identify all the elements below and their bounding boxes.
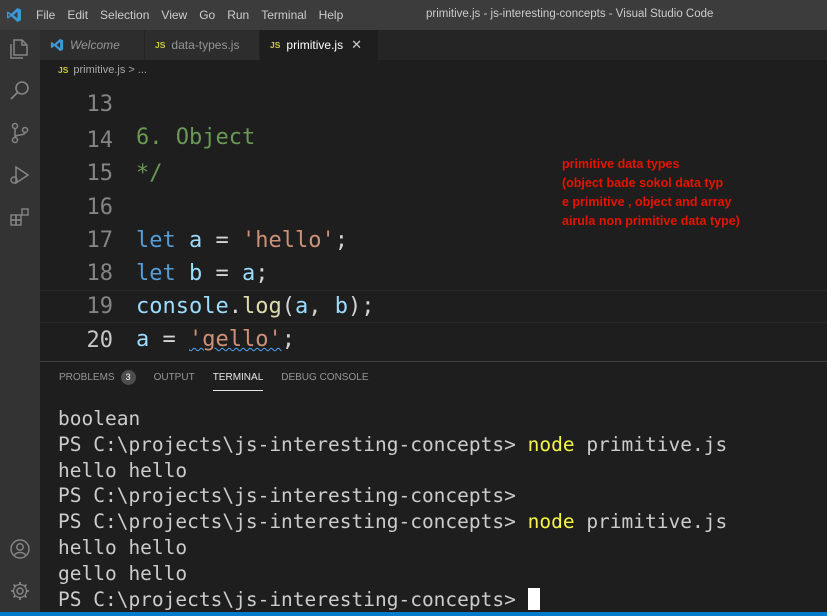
run-debug-icon[interactable] [8, 163, 32, 187]
js-file-icon: JS [270, 40, 281, 50]
editor-tabs: Welcome JS data-types.js JS primitive.js… [40, 30, 827, 60]
problems-count-badge: 3 [120, 370, 136, 385]
chevron-right-icon: > [128, 64, 135, 76]
note-line: primitive data types [562, 157, 680, 171]
tab-problems[interactable]: PROBLEMS 3 [59, 370, 136, 391]
code-line: 15 [40, 124, 827, 186]
terminal-line: PS C:\projects\js-interesting-concepts> … [58, 432, 728, 456]
note-line: (object bade sokol data typ [562, 176, 724, 190]
source-control-icon[interactable] [8, 121, 32, 145]
js-file-icon: JS [58, 65, 69, 75]
terminal-line: gello hello [58, 561, 188, 585]
title-bar: File Edit Selection View Go Run Terminal… [0, 0, 827, 30]
window-title: primitive.js - js-interesting-concepts -… [426, 8, 714, 20]
code-line: 14 */ [40, 91, 827, 186]
menu-selection[interactable]: Selection [100, 8, 149, 22]
annotation-note: primitive data types (object bade sokol … [562, 155, 740, 231]
breadcrumb: JS primitive.js > ... [40, 60, 827, 80]
breadcrumb-more[interactable]: ... [138, 64, 147, 76]
menu-file[interactable]: File [36, 8, 55, 22]
terminal-cursor [527, 587, 540, 610]
terminal-output[interactable]: boolean PS C:\projects\js-interesting-con… [58, 406, 727, 612]
menu-run[interactable]: Run [227, 8, 249, 22]
code-line-current: 20 console.log(a, b); [40, 290, 827, 353]
menu-terminal[interactable]: Terminal [261, 8, 306, 22]
activity-bar [0, 30, 40, 616]
tab-data-types[interactable]: JS data-types.js [145, 30, 259, 60]
tab-label: Welcome [70, 38, 120, 52]
panel-tabs: PROBLEMS 3 OUTPUT TERMINAL DEBUG CONSOLE [59, 370, 387, 391]
menu-bar: File Edit Selection View Go Run Terminal… [36, 8, 355, 22]
breadcrumb-file[interactable]: primitive.js [73, 64, 125, 76]
extensions-icon[interactable] [8, 205, 32, 229]
note-line: e primitive , object and array [562, 195, 732, 209]
code-line: 13 6. Object [40, 80, 827, 150]
note-line: airula non primitive data type) [562, 214, 740, 228]
tab-terminal[interactable]: TERMINAL [212, 370, 264, 391]
vscode-logo-icon [7, 8, 21, 22]
menu-view[interactable]: View [161, 8, 187, 22]
js-file-icon: JS [155, 40, 166, 50]
menu-edit[interactable]: Edit [67, 8, 88, 22]
explorer-icon[interactable] [8, 37, 32, 61]
search-icon[interactable] [8, 79, 32, 103]
terminal-line: PS C:\projects\js-interesting-concepts> … [58, 510, 728, 534]
code-text: a = 'gello'; [136, 327, 295, 352]
terminal-line: hello hello [58, 458, 188, 482]
line-number: 20 [86, 328, 114, 353]
terminal-line: hello hello [58, 535, 188, 559]
tab-label: primitive.js [286, 38, 344, 52]
terminal-line: PS C:\projects\js-interesting-concepts> [58, 484, 516, 508]
tab-output[interactable]: OUTPUT [154, 370, 195, 391]
code-line: 19 a = 'gello'; [40, 257, 827, 352]
tab-welcome[interactable]: Welcome [40, 30, 144, 60]
close-icon[interactable]: ✕ [351, 37, 362, 53]
tab-debug-console[interactable]: DEBUG CONSOLE [281, 370, 368, 391]
bottom-panel: PROBLEMS 3 OUTPUT TERMINAL DEBUG CONSOLE… [40, 361, 827, 612]
status-bar [0, 612, 827, 616]
menu-go[interactable]: Go [199, 8, 215, 22]
vscode-icon [50, 38, 64, 52]
menu-help[interactable]: Help [319, 8, 344, 22]
tab-primitive[interactable]: JS primitive.js ✕ [260, 30, 378, 60]
terminal-line: boolean [58, 407, 141, 430]
tab-label: data-types.js [171, 38, 240, 52]
terminal-line: PS C:\projects\js-interesting-concepts> [58, 587, 727, 613]
gear-icon[interactable] [8, 579, 32, 603]
account-icon[interactable] [8, 537, 32, 561]
